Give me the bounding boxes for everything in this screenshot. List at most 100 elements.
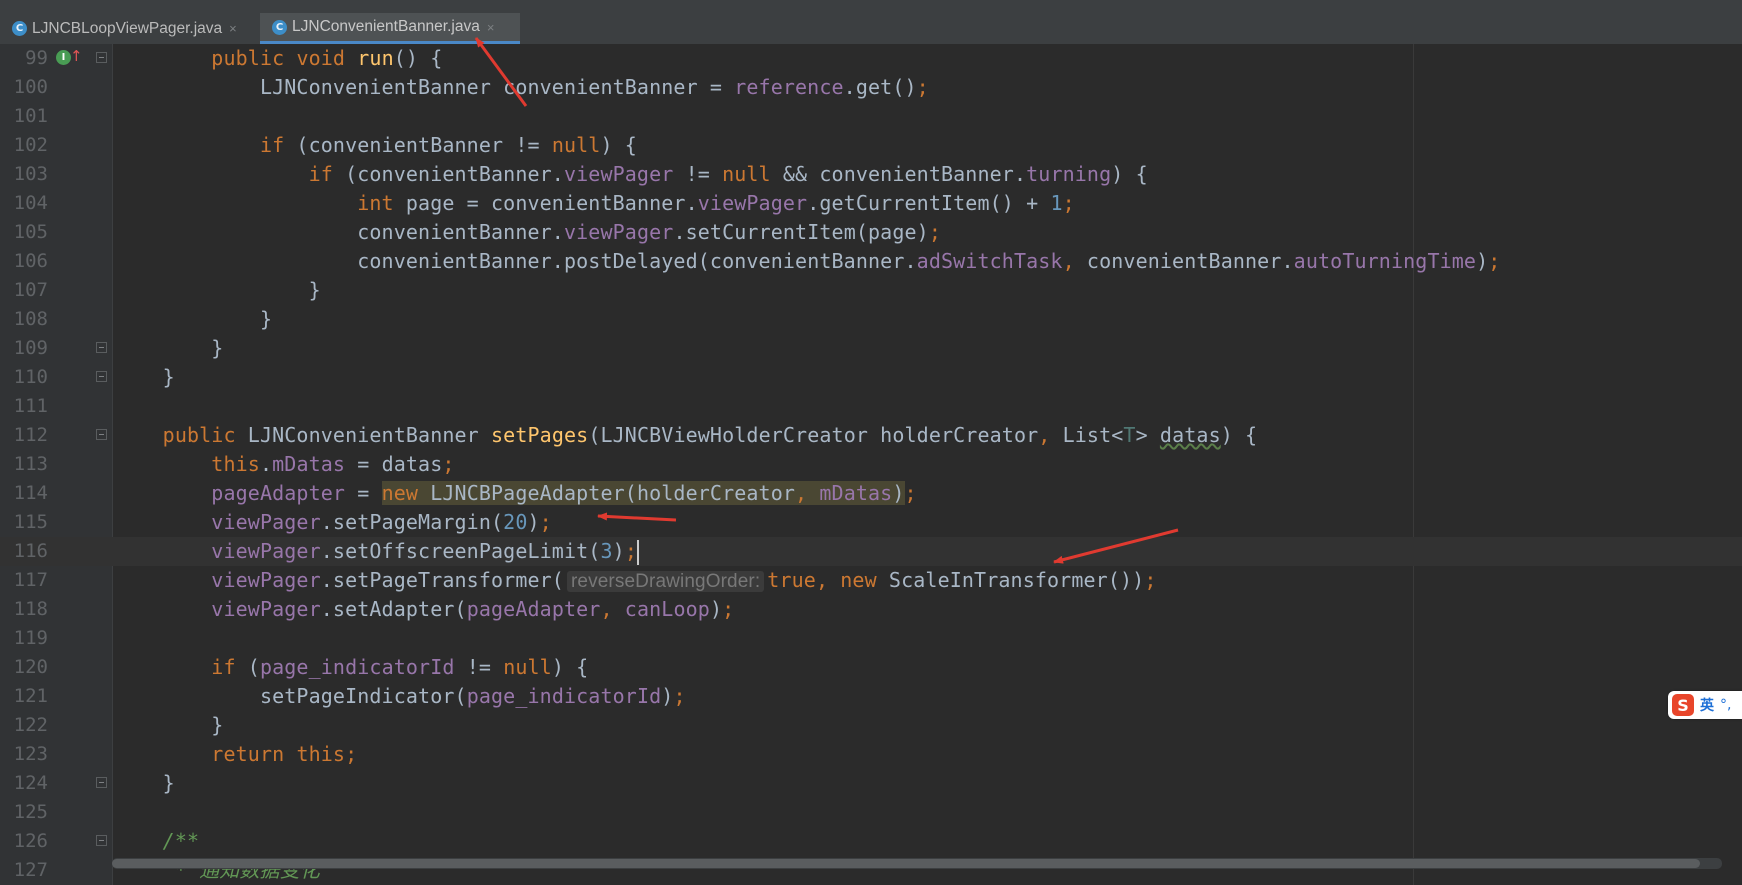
code-line: 107 } [0,276,1742,305]
code-line: 119 [0,624,1742,653]
fold-toggle-icon[interactable] [96,777,107,788]
code-text: } [211,336,224,360]
fold-toggle-icon[interactable] [96,835,107,846]
editor-tab-bar: C LJNCBLoopViewPager.java × C LJNConveni… [0,13,1742,45]
code-line-current: 116 viewPager.setOffscreenPageLimit(3); [0,537,1742,566]
code-text: } [308,278,321,302]
line-number: 102 [13,134,48,156]
toolbar-strip [0,0,1742,13]
line-number: 99 [25,47,48,69]
code-line: 102 if (convenientBanner != null) { [0,131,1742,160]
code-line: 104 int page = convenientBanner.viewPage… [0,189,1742,218]
line-number: 112 [13,424,48,446]
code-line: 120 if (page_indicatorId != null) { [0,653,1742,682]
code-text: } [211,713,224,737]
code-text: viewPager.setPageTransformer(reverseDraw… [211,568,1157,592]
code-text: int page = convenientBanner.viewPager.ge… [357,191,1075,215]
code-line: 99 I ↑ public void run() { [0,44,1742,73]
code-text: if (page_indicatorId != null) { [211,655,589,679]
code-text: public void run() { [211,46,443,70]
code-line: 106 convenientBanner.postDelayed(conveni… [0,247,1742,276]
line-number: 116 [13,540,48,562]
line-number: 119 [13,627,48,649]
class-icon: C [272,19,287,35]
code-text: } [162,771,175,795]
line-number: 115 [13,511,48,533]
horizontal-scrollbar[interactable] [112,858,1722,869]
code-text: public LJNConvenientBanner setPages(LJNC… [162,423,1258,447]
code-line: 108 } [0,305,1742,334]
tab-ljncbloopviewpager[interactable]: C LJNCBLoopViewPager.java × [0,13,258,44]
code-line: 121 setPageIndicator(page_indicatorId); [0,682,1742,711]
code-line: 124 } [0,769,1742,798]
fold-toggle-icon[interactable] [96,429,107,440]
line-number: 107 [13,279,48,301]
line-number: 118 [13,598,48,620]
ime-punctuation-toggle[interactable]: °, [1720,697,1731,713]
code-text: viewPager.setOffscreenPageLimit(3); [211,539,639,565]
class-icon: C [12,21,27,36]
line-number: 105 [13,221,48,243]
tab-label: LJNConvenientBanner.java [292,18,480,35]
code-text: } [259,307,273,331]
code-line: 126 /** [0,827,1742,856]
code-line: 125 [0,798,1742,827]
fold-toggle-icon[interactable] [96,52,107,63]
parameter-hint: reverseDrawingOrder: [566,571,765,592]
fold-toggle-icon[interactable] [96,371,107,382]
code-line: 118 viewPager.setAdapter(pageAdapter, ca… [0,595,1742,624]
code-line: 114 pageAdapter = new LJNCBPageAdapter(h… [0,479,1742,508]
code-line: 117 viewPager.setPageTransformer(reverse… [0,566,1742,595]
code-line: 112 public LJNConvenientBanner setPages(… [0,421,1742,450]
code-text: viewPager.setPageMargin(20); [211,510,552,534]
code-editor[interactable]: 99 I ↑ public void run() { 100 LJNConven… [0,44,1742,885]
code-text: setPageIndicator(page_indicatorId); [259,684,686,708]
line-number: 122 [13,714,48,736]
override-arrow-icon[interactable]: ↑ [70,47,83,65]
code-line: 111 [0,392,1742,421]
line-number: 110 [13,366,48,388]
close-tab-icon[interactable]: × [487,20,495,35]
close-tab-icon[interactable]: × [229,21,237,36]
tab-ljnconvenientbanner[interactable]: C LJNConvenientBanner.java × [260,13,520,44]
sogou-logo-icon[interactable]: S [1672,694,1694,716]
code-text: convenientBanner.viewPager.setCurrentIte… [357,220,941,244]
ime-toolbar[interactable]: S 英 °, [1668,691,1742,719]
line-number: 123 [13,743,48,765]
ime-language-toggle[interactable]: 英 [1700,695,1714,715]
code-line: 113 this.mDatas = datas; [0,450,1742,479]
code-text: if (convenientBanner.viewPager != null &… [308,162,1148,186]
code-text: return this; [211,742,358,766]
code-text: pageAdapter = new LJNCBPageAdapter(holde… [211,481,917,505]
line-number: 127 [13,859,48,881]
code-text: } [162,365,175,389]
line-number: 113 [13,453,48,475]
code-line: 101 [0,102,1742,131]
scrollbar-thumb[interactable] [112,859,1700,868]
code-text: convenientBanner.postDelayed(convenientB… [357,249,1501,273]
line-number: 111 [13,395,48,417]
line-number: 117 [13,569,48,591]
fold-toggle-icon[interactable] [96,342,107,353]
code-text: if (convenientBanner != null) { [259,133,637,157]
code-line: 110 } [0,363,1742,392]
line-number: 103 [13,163,48,185]
line-number: 121 [13,685,48,707]
code-text: this.mDatas = datas; [211,452,455,476]
line-number: 106 [13,250,48,272]
line-number: 114 [13,482,48,504]
line-number: 104 [13,192,48,214]
code-line: 122 } [0,711,1742,740]
code-line: 115 viewPager.setPageMargin(20); [0,508,1742,537]
line-number: 109 [13,337,48,359]
code-text: viewPager.setAdapter(pageAdapter, canLoo… [211,597,735,621]
implements-marker-icon[interactable]: I [56,50,71,65]
line-number: 126 [13,830,48,852]
code-line: 100 LJNConvenientBanner convenientBanner… [0,73,1742,102]
code-text: LJNConvenientBanner convenientBanner = r… [259,75,929,99]
text-caret [636,540,639,565]
line-number: 120 [13,656,48,678]
code-text: /** [162,829,200,853]
code-line: 105 convenientBanner.viewPager.setCurren… [0,218,1742,247]
code-line: 103 if (convenientBanner.viewPager != nu… [0,160,1742,189]
